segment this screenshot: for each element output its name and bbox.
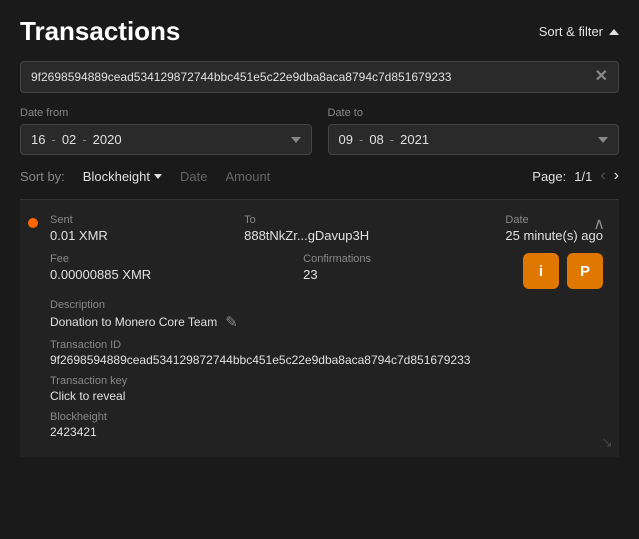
- date-from-year: 2020: [93, 132, 122, 147]
- sent-value: 0.01 XMR: [50, 228, 108, 243]
- blockheight-value: 2423421: [50, 425, 603, 439]
- transaction-card: Sent 0.01 XMR To 888tNkZr...gDavup3H Dat…: [20, 200, 619, 457]
- date-from-label: Date from: [20, 107, 312, 119]
- fee-col: Fee 0.00000885 XMR: [50, 253, 151, 282]
- description-row: Description Donation to Monero Core Team…: [50, 299, 603, 331]
- to-label: To: [244, 214, 369, 226]
- date-from-day: 16: [31, 132, 45, 147]
- date-from-sep2: -: [82, 132, 86, 147]
- page-label: Page:: [532, 169, 566, 184]
- next-page-button[interactable]: ›: [614, 167, 619, 185]
- date-from-group: Date from 16 - 02 - 2020: [20, 107, 312, 155]
- sort-date[interactable]: Date: [180, 169, 207, 184]
- date-to-month: 08: [369, 132, 383, 147]
- prev-page-button[interactable]: ‹: [600, 167, 605, 185]
- sort-filter-label: Sort & filter: [539, 24, 603, 39]
- tx-key-row: Transaction key Click to reveal: [50, 375, 603, 403]
- collapse-button[interactable]: ∧: [593, 214, 605, 234]
- chevron-up-icon: [609, 29, 619, 35]
- sort-row: Sort by: Blockheight Date Amount Page: 1…: [20, 167, 619, 185]
- confirmations-value: 23: [303, 267, 371, 282]
- sort-by-label: Sort by:: [20, 169, 65, 184]
- info-button[interactable]: i: [523, 253, 559, 289]
- tx-mid-row: Fee 0.00000885 XMR Confirmations 23 i P: [50, 253, 603, 289]
- tx-top-row: Sent 0.01 XMR To 888tNkZr...gDavup3H Dat…: [50, 214, 603, 243]
- sent-label: Sent: [50, 214, 108, 226]
- sent-col: Sent 0.01 XMR: [50, 214, 108, 243]
- blockheight-row: Blockheight 2423421: [50, 411, 603, 439]
- confirmations-label: Confirmations: [303, 253, 371, 265]
- confirmations-col: Confirmations 23: [303, 253, 371, 282]
- resize-corner-icon: ↘: [601, 434, 613, 451]
- tx-key-label: Transaction key: [50, 375, 603, 387]
- date-label: Date: [505, 214, 603, 226]
- edit-description-icon[interactable]: ✎: [225, 313, 238, 331]
- sort-amount[interactable]: Amount: [225, 169, 270, 184]
- page-info: Page: 1/1 ‹ ›: [532, 167, 619, 185]
- proof-button[interactable]: P: [567, 253, 603, 289]
- date-col: Date 25 minute(s) ago: [505, 214, 603, 243]
- search-bar: 9f2698594889cead534129872744bbc451e5c22e…: [20, 61, 619, 93]
- date-from-chevron-icon: [291, 137, 301, 143]
- date-value: 25 minute(s) ago: [505, 228, 603, 243]
- txid-label: Transaction ID: [50, 339, 603, 351]
- date-filters-row: Date from 16 - 02 - 2020 Date to 09 - 08…: [20, 107, 619, 155]
- date-to-day: 09: [339, 132, 353, 147]
- date-from-month: 02: [62, 132, 76, 147]
- desc-value: Donation to Monero Core Team: [50, 315, 217, 329]
- txid-value: 9f2698594889cead534129872744bbc451e5c22e…: [50, 353, 603, 367]
- txid-row: Transaction ID 9f2698594889cead534129872…: [50, 339, 603, 367]
- close-icon[interactable]: ✕: [595, 69, 608, 85]
- sort-blockheight[interactable]: Blockheight: [83, 169, 162, 184]
- to-col: To 888tNkZr...gDavup3H: [244, 214, 369, 243]
- page-value: 1/1: [574, 169, 592, 184]
- sort-blockheight-label: Blockheight: [83, 169, 150, 184]
- desc-with-edit: Donation to Monero Core Team ✎: [50, 313, 603, 331]
- header-row: Transactions Sort & filter: [20, 16, 619, 47]
- blockheight-label: Blockheight: [50, 411, 603, 423]
- date-from-picker[interactable]: 16 - 02 - 2020: [20, 124, 312, 155]
- search-tx-id: 9f2698594889cead534129872744bbc451e5c22e…: [31, 70, 587, 84]
- to-address: 888tNkZr...gDavup3H: [244, 228, 369, 243]
- date-to-sep2: -: [390, 132, 394, 147]
- date-to-year: 2021: [400, 132, 429, 147]
- sort-filter-button[interactable]: Sort & filter: [539, 24, 619, 39]
- fee-label: Fee: [50, 253, 151, 265]
- date-from-sep1: -: [51, 132, 55, 147]
- page-title: Transactions: [20, 16, 180, 47]
- date-to-label: Date to: [328, 107, 620, 119]
- date-to-picker[interactable]: 09 - 08 - 2021: [328, 124, 620, 155]
- desc-label: Description: [50, 299, 603, 311]
- date-to-group: Date to 09 - 08 - 2021: [328, 107, 620, 155]
- sent-indicator-dot: [28, 218, 38, 228]
- date-to-chevron-icon: [598, 137, 608, 143]
- fee-value: 0.00000885 XMR: [50, 267, 151, 282]
- blockheight-chevron-icon: [154, 174, 162, 179]
- tx-key-reveal[interactable]: Click to reveal: [50, 389, 603, 403]
- action-buttons: i P: [523, 253, 603, 289]
- date-to-sep1: -: [359, 132, 363, 147]
